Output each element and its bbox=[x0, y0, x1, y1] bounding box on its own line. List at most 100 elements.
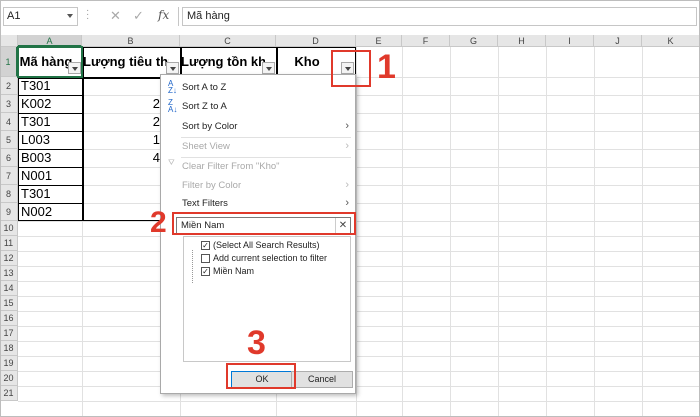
gridline bbox=[18, 167, 700, 168]
formula-bar: A1 · · · ✕ ✓ fx Mã hàng bbox=[0, 0, 700, 35]
header-cell-luong-tieu-thu[interactable]: Lượng tiêu thụ bbox=[83, 47, 169, 77]
column-header-d[interactable]: D bbox=[276, 35, 356, 47]
filter-value-list[interactable]: ✓ (Select All Search Results) Add curren… bbox=[183, 236, 351, 362]
chevron-right-icon: › bbox=[345, 140, 349, 152]
table-cell[interactable]: T301 bbox=[21, 77, 51, 95]
sheet-view-item: Sheet View › bbox=[161, 137, 355, 156]
chevron-down-icon[interactable] bbox=[67, 14, 73, 18]
name-box[interactable]: A1 bbox=[3, 7, 78, 26]
gridline bbox=[18, 386, 700, 387]
gridline bbox=[498, 47, 499, 417]
cancel-icon[interactable]: ✕ bbox=[110, 7, 121, 24]
row-header-3[interactable]: 3 bbox=[0, 95, 18, 113]
gridline bbox=[642, 47, 643, 417]
gridline bbox=[356, 47, 357, 417]
table-cell[interactable]: K002 bbox=[21, 95, 51, 113]
column-header-k[interactable]: K bbox=[642, 35, 700, 47]
table-cell[interactable]: 4 bbox=[150, 149, 160, 167]
row-header-10[interactable]: 10 bbox=[0, 221, 18, 236]
clear-filter-item: ⛛ Clear Filter From "Kho" bbox=[168, 158, 280, 173]
filter-dropdown-button-a[interactable] bbox=[68, 62, 81, 74]
annotation-number-step-3: 3 bbox=[247, 324, 266, 362]
tree-connector bbox=[192, 250, 193, 283]
chevron-right-icon: › bbox=[345, 197, 349, 209]
gridline bbox=[18, 266, 700, 267]
cancel-button[interactable]: Cancel bbox=[291, 371, 353, 388]
gridline bbox=[18, 95, 700, 96]
row-header-11[interactable]: 11 bbox=[0, 236, 18, 251]
row-header-18[interactable]: 18 bbox=[0, 341, 18, 356]
checkbox-unchecked-icon bbox=[201, 254, 210, 263]
chevron-right-icon: › bbox=[345, 179, 349, 191]
name-box-value: A1 bbox=[7, 10, 21, 22]
sort-by-color-item[interactable]: Sort by Color › bbox=[161, 117, 355, 136]
gridline bbox=[450, 47, 451, 417]
column-header-e[interactable]: E bbox=[356, 35, 402, 47]
row-header-8[interactable]: 8 bbox=[0, 185, 18, 203]
annotation-box-step-3 bbox=[226, 363, 296, 389]
gridline bbox=[18, 326, 700, 327]
filter-dropdown-button-c[interactable] bbox=[262, 62, 275, 74]
gridline bbox=[18, 251, 700, 252]
sort-z-to-a-item[interactable]: Z A↓ Sort Z to A bbox=[161, 97, 355, 116]
gridline bbox=[18, 296, 700, 297]
table-cell[interactable]: N001 bbox=[21, 167, 52, 185]
text-filters-item[interactable]: Text Filters › bbox=[161, 194, 355, 213]
table-cell[interactable]: 2 bbox=[150, 95, 160, 113]
row-header-5[interactable]: 5 bbox=[0, 131, 18, 149]
gridline bbox=[546, 47, 547, 417]
table-cell[interactable]: 2 bbox=[150, 113, 160, 131]
row-header-21[interactable]: 21 bbox=[0, 386, 18, 401]
column-header-b[interactable]: B bbox=[82, 35, 180, 47]
insert-function-icon[interactable]: fx bbox=[158, 7, 169, 24]
table-cell[interactable]: N002 bbox=[21, 203, 52, 221]
row-header-19[interactable]: 19 bbox=[0, 356, 18, 371]
sort-a-to-z-item[interactable]: A Z↓ Sort A to Z bbox=[161, 78, 355, 97]
row-header-20[interactable]: 20 bbox=[0, 371, 18, 386]
drag-handle-icon[interactable]: · · · bbox=[86, 6, 89, 24]
annotation-number-step-2: 2 bbox=[150, 206, 167, 239]
formula-input[interactable]: Mã hàng bbox=[182, 7, 697, 26]
row-header-6[interactable]: 6 bbox=[0, 149, 18, 167]
row-header-9[interactable]: 9 bbox=[0, 203, 18, 221]
filter-dropdown-button-b[interactable] bbox=[166, 62, 179, 74]
column-header-i[interactable]: I bbox=[546, 35, 594, 47]
row-header-7[interactable]: 7 bbox=[0, 167, 18, 185]
row-header-14[interactable]: 14 bbox=[0, 281, 18, 296]
column-header-f[interactable]: F bbox=[402, 35, 450, 47]
row-header-15[interactable]: 15 bbox=[0, 296, 18, 311]
row-header-13[interactable]: 13 bbox=[0, 266, 18, 281]
gridline bbox=[18, 113, 700, 114]
row-header-12[interactable]: 12 bbox=[0, 251, 18, 266]
table-cell[interactable]: L003 bbox=[21, 131, 50, 149]
table-cell[interactable]: B003 bbox=[21, 149, 51, 167]
checkbox-checked-icon: ✓ bbox=[201, 241, 210, 250]
formula-bar-divider bbox=[178, 7, 179, 26]
column-header-j[interactable]: J bbox=[594, 35, 642, 47]
annotation-box-step-1 bbox=[331, 50, 371, 87]
column-header-g[interactable]: G bbox=[450, 35, 498, 47]
select-all-corner[interactable] bbox=[0, 35, 18, 47]
column-header-c[interactable]: C bbox=[180, 35, 276, 47]
table-cell[interactable]: T301 bbox=[21, 113, 51, 131]
row-header-17[interactable]: 17 bbox=[0, 326, 18, 341]
chevron-right-icon: › bbox=[345, 120, 349, 132]
row-header-16[interactable]: 16 bbox=[0, 311, 18, 326]
gridline bbox=[18, 131, 700, 132]
clear-filter-icon: ⛛ bbox=[168, 158, 175, 167]
row-header-2[interactable]: 2 bbox=[0, 77, 18, 95]
gridline bbox=[18, 185, 700, 186]
gridline bbox=[18, 341, 700, 342]
table-cell[interactable]: T301 bbox=[21, 185, 51, 203]
gridline bbox=[18, 221, 700, 222]
header-cell-kho[interactable]: Kho bbox=[277, 47, 337, 77]
gridline bbox=[402, 47, 403, 417]
row-header-1[interactable]: 1 bbox=[0, 47, 18, 77]
table-cell[interactable]: 1 bbox=[150, 131, 160, 149]
enter-icon[interactable]: ✓ bbox=[133, 7, 144, 24]
row-header-4[interactable]: 4 bbox=[0, 113, 18, 131]
annotation-number-step-1: 1 bbox=[377, 48, 396, 86]
gridline bbox=[18, 149, 700, 150]
column-header-h[interactable]: H bbox=[498, 35, 546, 47]
header-cell-luong-ton-kho[interactable]: Lượng tồn kho bbox=[181, 47, 265, 77]
